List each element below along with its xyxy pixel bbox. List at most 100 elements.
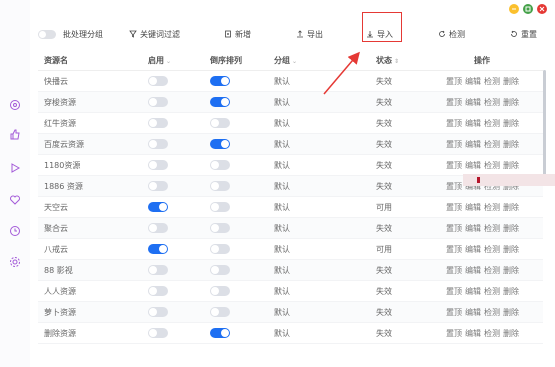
edit-button[interactable]: 编辑 [465,286,481,297]
delete-button[interactable]: 删除 [503,244,519,255]
keyword-filter-button[interactable]: 关键词过滤 [129,26,180,42]
reverse-toggle[interactable] [210,181,230,191]
pin-top-button[interactable]: 置顶 [446,286,462,297]
check-row-button[interactable]: 检测 [484,160,500,171]
row-actions: 置顶 编辑 检测 删除 [446,139,519,150]
edit-button[interactable]: 编辑 [465,97,481,108]
edit-button[interactable]: 编辑 [465,265,481,276]
play-icon[interactable] [8,161,22,175]
edit-button[interactable]: 编辑 [465,118,481,129]
enable-toggle[interactable] [148,118,168,128]
enable-toggle[interactable] [148,76,168,86]
delete-button[interactable]: 删除 [503,265,519,276]
edit-button[interactable]: 编辑 [465,328,481,339]
batch-switch[interactable] [38,29,56,39]
heart-icon[interactable] [8,193,22,207]
status-value: 可用 [376,244,392,254]
header-group[interactable]: 分组 ⌄ [274,55,297,66]
delete-button[interactable]: 删除 [503,139,519,150]
enable-toggle[interactable] [148,202,168,212]
gallery-icon[interactable] [8,98,22,112]
reverse-toggle[interactable] [210,97,230,107]
delete-button[interactable]: 删除 [503,160,519,171]
close-icon[interactable] [537,4,547,14]
reverse-toggle[interactable] [210,307,230,317]
check-row-button[interactable]: 检测 [484,307,500,318]
reverse-toggle[interactable] [210,139,230,149]
pin-top-button[interactable]: 置顶 [446,244,462,255]
enable-toggle[interactable] [148,223,168,233]
check-row-button[interactable]: 检测 [484,97,500,108]
delete-button[interactable]: 删除 [503,76,519,87]
reverse-toggle[interactable] [210,160,230,170]
pin-top-button[interactable]: 置顶 [446,328,462,339]
reverse-toggle[interactable] [210,265,230,275]
reverse-toggle[interactable] [210,118,230,128]
edit-button[interactable]: 编辑 [465,307,481,318]
pin-top-button[interactable]: 置顶 [446,118,462,129]
pin-top-button[interactable]: 置顶 [446,223,462,234]
pin-top-button[interactable]: 置顶 [446,307,462,318]
minimize-icon[interactable] [509,4,519,14]
check-row-button[interactable]: 检测 [484,202,500,213]
reverse-toggle[interactable] [210,76,230,86]
new-button[interactable]: 新增 [224,26,251,42]
check-button[interactable]: 检测 [438,26,465,42]
pin-top-button[interactable]: 置顶 [446,97,462,108]
maximize-icon[interactable] [523,4,533,14]
check-row-button[interactable]: 检测 [484,244,500,255]
enable-toggle[interactable] [148,328,168,338]
enable-toggle[interactable] [148,286,168,296]
reverse-toggle[interactable] [210,223,230,233]
pin-top-button[interactable]: 置顶 [446,265,462,276]
reverse-toggle[interactable] [210,286,230,296]
delete-button[interactable]: 删除 [503,328,519,339]
scrollbar[interactable] [543,70,546,180]
enable-toggle[interactable] [148,307,168,317]
pin-top-button[interactable]: 置顶 [446,181,462,192]
status-value: 失效 [376,181,392,191]
sort-icon: ⇕ [394,57,400,65]
delete-button[interactable]: 删除 [503,97,519,108]
delete-button[interactable]: 删除 [503,202,519,213]
edit-button[interactable]: 编辑 [465,202,481,213]
edit-button[interactable]: 编辑 [465,244,481,255]
header-status[interactable]: 状态 ⇕ [376,55,399,66]
check-row-button[interactable]: 检测 [484,139,500,150]
delete-button[interactable]: 删除 [503,223,519,234]
edit-button[interactable]: 编辑 [465,160,481,171]
check-row-button[interactable]: 检测 [484,76,500,87]
enable-toggle[interactable] [148,139,168,149]
reset-button[interactable]: 重置 [510,26,537,42]
reverse-toggle[interactable] [210,202,230,212]
enable-toggle[interactable] [148,160,168,170]
settings-icon[interactable] [8,255,22,269]
delete-button[interactable]: 删除 [503,286,519,297]
pin-top-button[interactable]: 置顶 [446,76,462,87]
enable-toggle[interactable] [148,97,168,107]
edit-button[interactable]: 编辑 [465,223,481,234]
header-enable[interactable]: 启用 ⌄ [148,55,171,66]
edit-button[interactable]: 编辑 [465,139,481,150]
pin-top-button[interactable]: 置顶 [446,202,462,213]
check-row-button[interactable]: 检测 [484,328,500,339]
reverse-toggle[interactable] [210,244,230,254]
check-row-button[interactable]: 检测 [484,118,500,129]
thumbs-up-icon[interactable] [8,127,22,141]
export-button[interactable]: 导出 [296,26,323,42]
enable-toggle[interactable] [148,181,168,191]
pin-top-button[interactable]: 置顶 [446,160,462,171]
check-row-button[interactable]: 检测 [484,223,500,234]
delete-button[interactable]: 删除 [503,118,519,129]
edit-button[interactable]: 编辑 [465,76,481,87]
check-row-button[interactable]: 检测 [484,265,500,276]
check-row-button[interactable]: 检测 [484,286,500,297]
reverse-toggle[interactable] [210,328,230,338]
clock-icon[interactable] [8,224,22,238]
delete-button[interactable]: 删除 [503,307,519,318]
pin-top-button[interactable]: 置顶 [446,139,462,150]
group-value: 默认 [274,244,290,254]
enable-toggle[interactable] [148,265,168,275]
batch-group-toggle[interactable]: 批处理分组 [38,26,103,42]
enable-toggle[interactable] [148,244,168,254]
